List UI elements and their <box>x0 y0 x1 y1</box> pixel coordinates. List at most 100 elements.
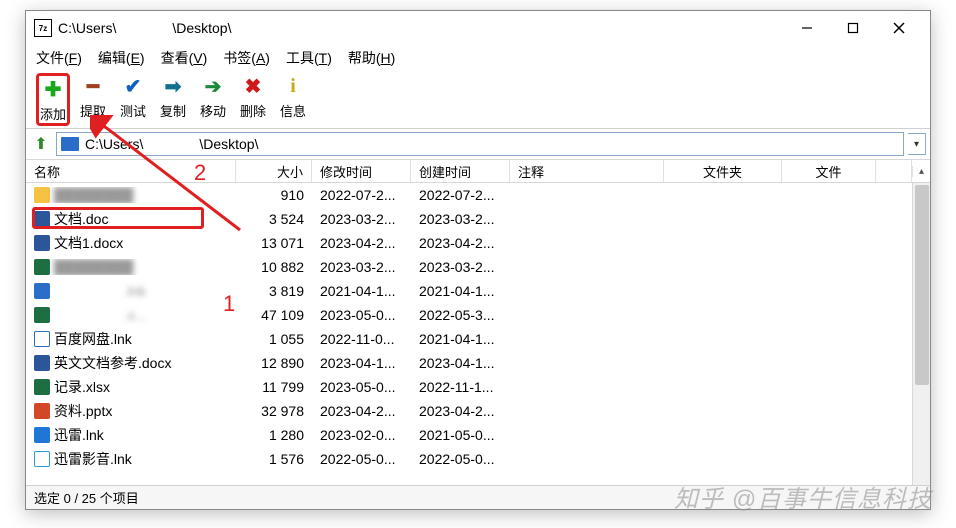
maximize-button[interactable] <box>830 13 876 43</box>
minimize-button[interactable] <box>784 13 830 43</box>
file-row[interactable]: 迅雷影音.lnk1 5762022-05-0...2022-05-0... <box>26 447 912 471</box>
file-row[interactable]: 记录.xlsx11 7992023-05-0...2022-11-1... <box>26 375 912 399</box>
file-created: 2022-05-0... <box>411 451 510 467</box>
toolbar-test-label: 测试 <box>120 101 146 120</box>
file-row[interactable]: 迅雷.lnk1 2802023-02-0...2021-05-0... <box>26 423 912 447</box>
address-dropdown[interactable]: ▾ <box>908 133 926 155</box>
scroll-up-button[interactable]: ▴ <box>912 166 930 177</box>
file-row[interactable]: ████████10 8822023-03-2...2023-03-2... <box>26 255 912 279</box>
col-header-size[interactable]: 大小 <box>236 160 312 182</box>
file-created: 2023-04-2... <box>411 235 510 251</box>
file-modified: 2023-04-1... <box>312 355 411 371</box>
file-created: 2022-11-1... <box>411 379 510 395</box>
toolbar-info[interactable]: i 信息 <box>276 73 310 120</box>
file-row[interactable]: 英文文档参考.docx12 8902023-04-1...2023-04-1..… <box>26 351 912 375</box>
check-icon: ✔ <box>120 73 146 99</box>
file-size: 10 882 <box>236 259 312 275</box>
col-header-blank <box>876 160 912 182</box>
arrow-right-solid-icon: ➔ <box>200 73 226 99</box>
file-created: 2023-03-2... <box>411 211 510 227</box>
file-modified: 2023-04-2... <box>312 403 411 419</box>
file-icon <box>34 307 50 323</box>
address-bar: ⬆ C:\Users\ \Desktop\ ▾ <box>26 129 930 159</box>
up-folder-icon: ⬆ <box>34 134 47 154</box>
file-row[interactable]: ████████9102022-07-2...2022-07-2... <box>26 183 912 207</box>
file-row[interactable]: .x...47 1092023-05-0...2022-05-3... <box>26 303 912 327</box>
drive-icon <box>61 137 79 151</box>
address-path: C:\Users\ \Desktop\ <box>85 134 258 154</box>
file-icon <box>34 259 50 275</box>
file-created: 2023-04-1... <box>411 355 510 371</box>
up-folder-button[interactable]: ⬆ <box>30 133 52 155</box>
menu-help[interactable]: 帮助(H) <box>348 48 395 68</box>
file-modified: 2023-05-0... <box>312 379 411 395</box>
toolbar-move[interactable]: ➔ 移动 <box>196 73 230 120</box>
file-size: 1 055 <box>236 331 312 347</box>
file-created: 2021-05-0... <box>411 427 510 443</box>
file-icon <box>34 403 50 419</box>
file-row[interactable]: 文档1.docx13 0712023-04-2...2023-04-2... <box>26 231 912 255</box>
file-modified: 2022-05-0... <box>312 451 411 467</box>
file-name-cell: 英文文档参考.docx <box>26 353 236 373</box>
toolbar-delete[interactable]: ✖ 删除 <box>236 73 270 120</box>
menu-bookmark[interactable]: 书签(A) <box>223 48 270 68</box>
menu-edit[interactable]: 编辑(E) <box>98 48 145 68</box>
file-icon <box>34 283 50 299</box>
file-size: 12 890 <box>236 355 312 371</box>
status-bar: 选定 0 / 25 个项目 <box>26 485 930 509</box>
address-input[interactable]: C:\Users\ \Desktop\ <box>56 132 904 156</box>
file-row[interactable]: 百度网盘.lnk1 0552022-11-0...2021-04-1... <box>26 327 912 351</box>
file-modified: 2023-03-2... <box>312 259 411 275</box>
file-name: 记录.xlsx <box>54 377 110 397</box>
col-header-modified[interactable]: 修改时间 <box>312 160 411 182</box>
file-size: 32 978 <box>236 403 312 419</box>
menu-view[interactable]: 查看(V) <box>161 48 208 68</box>
menubar: 文件(F) 编辑(E) 查看(V) 书签(A) 工具(T) 帮助(H) <box>26 45 930 71</box>
file-row[interactable]: .lnk3 8192021-04-1...2021-04-1... <box>26 279 912 303</box>
toolbar-test[interactable]: ✔ 测试 <box>116 73 150 120</box>
file-name: .lnk <box>54 281 146 301</box>
toolbar-add[interactable]: ✚ 添加 <box>36 73 70 126</box>
file-modified: 2023-02-0... <box>312 427 411 443</box>
file-name-cell: 文档1.docx <box>26 233 236 253</box>
menu-tool[interactable]: 工具(T) <box>286 48 332 68</box>
toolbar-extract[interactable]: ━ 提取 <box>76 73 110 120</box>
maximize-icon <box>847 22 859 34</box>
file-icon <box>34 331 50 347</box>
minus-icon: ━ <box>80 73 106 99</box>
file-modified: 2023-05-0... <box>312 307 411 323</box>
file-name-cell: 迅雷.lnk <box>26 425 236 445</box>
file-modified: 2023-03-2... <box>312 211 411 227</box>
file-row[interactable]: 资料.pptx32 9782023-04-2...2023-04-2... <box>26 399 912 423</box>
file-created: 2021-04-1... <box>411 283 510 299</box>
file-name-cell: ████████ <box>26 259 236 275</box>
scroll-thumb[interactable] <box>915 185 929 385</box>
vertical-scrollbar[interactable] <box>912 183 930 485</box>
col-header-note[interactable]: 注释 <box>510 160 664 182</box>
file-name-cell: 文档.doc <box>26 209 236 229</box>
file-icon <box>34 379 50 395</box>
file-name-cell: 资料.pptx <box>26 401 236 421</box>
column-headers: 名称 大小 修改时间 创建时间 注释 文件夹 文件 ▴ <box>26 159 930 183</box>
file-size: 3 524 <box>236 211 312 227</box>
close-button[interactable] <box>876 13 922 43</box>
file-created: 2022-05-3... <box>411 307 510 323</box>
file-size: 910 <box>236 187 312 203</box>
toolbar-copy[interactable]: ➡ 复制 <box>156 73 190 120</box>
col-header-created[interactable]: 创建时间 <box>411 160 510 182</box>
file-row[interactable]: 文档.doc3 5242023-03-2...2023-03-2... <box>26 207 912 231</box>
file-created: 2022-07-2... <box>411 187 510 203</box>
file-icon <box>34 211 50 227</box>
file-name: 迅雷影音.lnk <box>54 449 132 469</box>
arrow-right-icon: ➡ <box>160 73 186 99</box>
file-size: 3 819 <box>236 283 312 299</box>
col-header-folder[interactable]: 文件夹 <box>664 160 782 182</box>
col-header-files[interactable]: 文件 <box>782 160 876 182</box>
file-created: 2023-04-2... <box>411 403 510 419</box>
file-name-cell: .x... <box>26 305 236 325</box>
col-header-name[interactable]: 名称 <box>26 160 236 182</box>
toolbar-delete-label: 删除 <box>240 101 266 120</box>
file-size: 1 576 <box>236 451 312 467</box>
file-size: 47 109 <box>236 307 312 323</box>
menu-file[interactable]: 文件(F) <box>36 48 82 68</box>
